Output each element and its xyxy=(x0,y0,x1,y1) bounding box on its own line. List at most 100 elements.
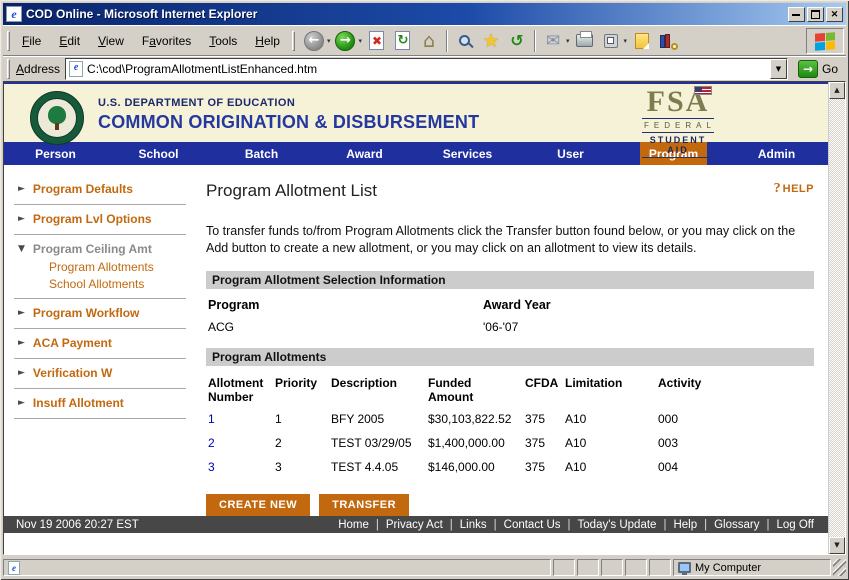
nav-school[interactable]: School xyxy=(107,142,210,165)
research-icon[interactable] xyxy=(655,28,681,54)
sidebar-subitem-school-allotments[interactable]: School Allotments xyxy=(12,276,196,293)
collapsed-arrow-icon[interactable]: ► xyxy=(18,212,25,227)
back-icon[interactable]: ← xyxy=(301,28,327,54)
sidebar: ► Program Defaults ► Program Lvl Options… xyxy=(4,165,196,516)
scrollbar-track[interactable] xyxy=(829,99,845,537)
collapsed-arrow-icon[interactable]: ► xyxy=(18,396,25,411)
nav-admin[interactable]: Admin xyxy=(725,142,828,165)
menu-tools[interactable]: Tools xyxy=(201,31,245,51)
address-dropdown-icon[interactable]: ▼ xyxy=(770,59,787,79)
program-value: ACG xyxy=(206,320,483,334)
allotment-number-link[interactable]: 3 xyxy=(206,454,273,478)
menu-favorites[interactable]: Favorites xyxy=(134,31,199,51)
scroll-up-icon[interactable]: ▲ xyxy=(829,82,845,99)
status-main-pane: e xyxy=(3,559,551,576)
sidebar-item-program-workflow[interactable]: ► Program Workflow xyxy=(12,304,196,323)
search-icon[interactable] xyxy=(452,28,478,54)
page-title: Program Allotment List xyxy=(206,181,377,201)
stop-icon[interactable]: ✖ xyxy=(364,28,390,54)
address-grip[interactable] xyxy=(7,59,10,79)
scroll-down-icon[interactable]: ▼ xyxy=(829,537,845,554)
go-arrow-icon: → xyxy=(798,60,818,78)
allotment-row[interactable]: 1 1 BFY 2005 $30,103,822.52 375 A10 000 xyxy=(206,406,814,430)
forward-dropdown-icon[interactable]: ▾ xyxy=(358,37,362,45)
minimize-button[interactable] xyxy=(788,7,805,22)
allotment-row[interactable]: 2 2 TEST 03/29/05 $1,400,000.00 375 A10 … xyxy=(206,430,814,454)
window-title: COD Online - Microsoft Internet Explorer xyxy=(26,7,788,21)
nav-person[interactable]: Person xyxy=(4,142,107,165)
footer-link-todays-update[interactable]: Today's Update xyxy=(578,519,657,531)
mail-dropdown-icon[interactable]: ▾ xyxy=(566,37,570,45)
nav-user[interactable]: User xyxy=(519,142,622,165)
col-limitation: Limitation xyxy=(563,374,656,406)
footer-link-privacy-act[interactable]: Privacy Act xyxy=(386,519,443,531)
sidebar-item-program-lvl-options[interactable]: ► Program Lvl Options xyxy=(12,210,196,229)
allotment-number-link[interactable]: 1 xyxy=(206,406,273,430)
sidebar-item-program-ceiling-amt[interactable]: ▼ Program Ceiling Amt xyxy=(12,240,196,259)
close-button[interactable]: ✕ xyxy=(826,7,843,22)
menu-help[interactable]: Help xyxy=(247,31,288,51)
sidebar-item-insuff-allotment[interactable]: ► Insuff Allotment xyxy=(12,394,196,413)
menu-bar: File Edit View Favorites Tools Help xyxy=(14,31,288,51)
status-page-icon: e xyxy=(8,561,20,575)
edit-icon[interactable] xyxy=(598,28,624,54)
collapsed-arrow-icon[interactable]: ► xyxy=(18,336,25,351)
ie-icon[interactable]: e xyxy=(6,6,22,22)
forward-icon[interactable]: → xyxy=(332,28,358,54)
refresh-icon[interactable]: ↻ xyxy=(390,28,416,54)
collapsed-arrow-icon[interactable]: ► xyxy=(18,182,25,197)
maximize-button[interactable] xyxy=(807,7,824,22)
vertical-scrollbar[interactable]: ▲ ▼ xyxy=(828,82,845,554)
footer-link-contact-us[interactable]: Contact Us xyxy=(504,519,561,531)
address-input[interactable]: e C:\cod\ProgramAllotmentListEnhanced.ht… xyxy=(65,58,788,80)
sidebar-item-verification-w[interactable]: ► Verification W xyxy=(12,364,196,383)
resize-grip[interactable] xyxy=(833,559,846,576)
footer-link-home[interactable]: Home xyxy=(338,519,369,531)
notes-icon[interactable] xyxy=(629,28,655,54)
footer-link-log-off[interactable]: Log Off xyxy=(776,519,814,531)
history-icon[interactable]: ↺ xyxy=(504,28,530,54)
go-button[interactable]: → Go xyxy=(794,59,842,79)
allotment-number-link[interactable]: 2 xyxy=(206,430,273,454)
status-pane xyxy=(553,559,575,576)
collapsed-arrow-icon[interactable]: ► xyxy=(18,366,25,381)
main-content: Program Allotment List ? HELP To transfe… xyxy=(196,165,828,516)
create-new-button[interactable]: CREATE NEW xyxy=(206,494,310,516)
page-bottom-space xyxy=(4,533,828,554)
menu-file[interactable]: File xyxy=(14,31,49,51)
transfer-button[interactable]: TRANSFER xyxy=(319,494,409,516)
collapsed-arrow-icon[interactable]: ► xyxy=(18,306,25,321)
sidebar-divider xyxy=(14,328,186,329)
expanded-arrow-icon[interactable]: ▼ xyxy=(18,242,25,257)
sidebar-divider xyxy=(14,298,186,299)
footer-link-links[interactable]: Links xyxy=(460,519,487,531)
sidebar-item-aca-payment[interactable]: ► ACA Payment xyxy=(12,334,196,353)
footer-links: Home | Privacy Act | Links | Contact Us … xyxy=(338,519,828,531)
mail-icon[interactable]: ✉ xyxy=(540,28,566,54)
sidebar-item-program-defaults[interactable]: ► Program Defaults xyxy=(12,180,196,199)
edit-dropdown-icon[interactable]: ▾ xyxy=(624,37,628,45)
allotment-row[interactable]: 3 3 TEST 4.4.05 $146,000.00 375 A10 004 xyxy=(206,454,814,478)
toolbar-separator xyxy=(534,30,536,52)
toolbar: ← ▾ → ▾ ✖ ↻ ⌂ ★ ↺ ✉ ▾ ▾ xyxy=(301,28,681,54)
menu-grip[interactable] xyxy=(7,31,10,51)
status-bar: e My Computer xyxy=(3,556,846,577)
footer-link-glossary[interactable]: Glossary xyxy=(714,519,759,531)
nav-batch[interactable]: Batch xyxy=(210,142,313,165)
address-bar-row: Address e C:\cod\ProgramAllotmentListEnh… xyxy=(3,55,846,81)
help-link[interactable]: ? HELP xyxy=(774,181,814,197)
sidebar-subitem-program-allotments[interactable]: Program Allotments xyxy=(12,259,196,276)
favorites-icon[interactable]: ★ xyxy=(478,28,504,54)
home-icon[interactable]: ⌂ xyxy=(416,28,442,54)
toolbar-grip[interactable] xyxy=(292,31,295,51)
print-icon[interactable] xyxy=(572,28,598,54)
footer-link-help[interactable]: Help xyxy=(673,519,697,531)
menu-view[interactable]: View xyxy=(90,31,132,51)
sidebar-divider xyxy=(14,388,186,389)
nav-award[interactable]: Award xyxy=(313,142,416,165)
back-dropdown-icon[interactable]: ▾ xyxy=(327,37,331,45)
address-value[interactable]: C:\cod\ProgramAllotmentListEnhanced.htm xyxy=(87,62,770,76)
nav-services[interactable]: Services xyxy=(416,142,519,165)
menu-edit[interactable]: Edit xyxy=(51,31,88,51)
toolbar-separator xyxy=(446,30,448,52)
